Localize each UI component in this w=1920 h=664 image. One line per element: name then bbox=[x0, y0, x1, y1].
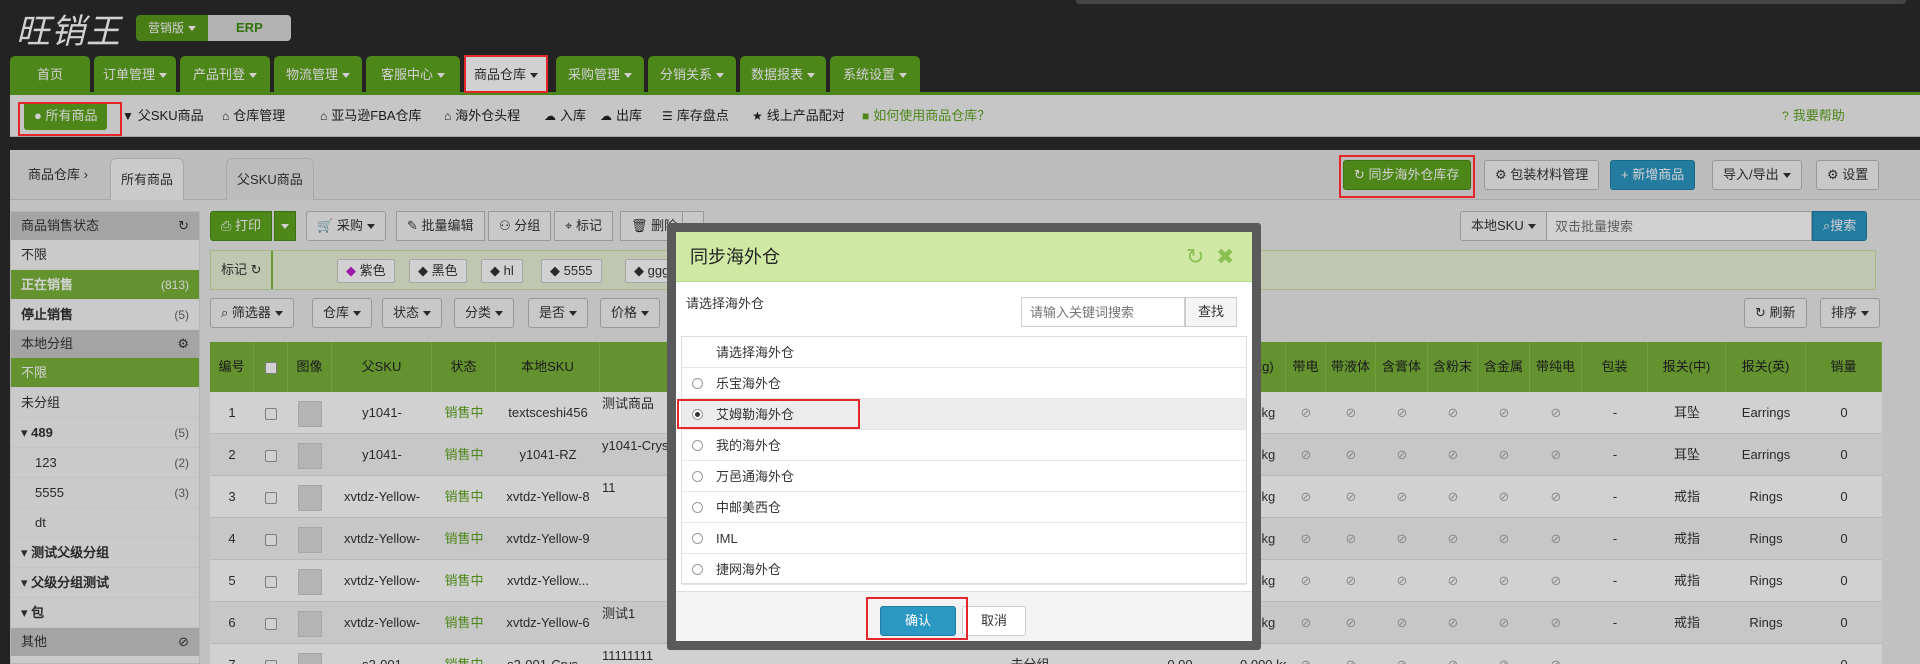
warehouse-option[interactable]: 我的海外仓 bbox=[682, 430, 1246, 461]
cancel-button[interactable]: 取消 bbox=[962, 606, 1026, 636]
radio-button[interactable] bbox=[692, 409, 703, 420]
select-warehouse-label: 请选择海外仓 bbox=[686, 296, 765, 311]
warehouse-option-label: 乐宝海外仓 bbox=[716, 376, 782, 391]
modal-header: 同步海外仓 ↻ ✖ bbox=[676, 232, 1252, 282]
radio-button[interactable] bbox=[692, 378, 703, 389]
radio-button[interactable] bbox=[692, 502, 703, 513]
warehouse-option-label: 万邑通海外仓 bbox=[716, 469, 795, 484]
warehouse-option[interactable]: 中邮美西仓 bbox=[682, 492, 1246, 523]
radio-button[interactable] bbox=[692, 533, 703, 544]
warehouse-option-label: 捷网海外仓 bbox=[716, 562, 782, 577]
radio-button[interactable] bbox=[692, 471, 703, 482]
modal-body: 请选择海外仓 查找 请选择海外仓乐宝海外仓艾姆勒海外仓我的海外仓万邑通海外仓中邮… bbox=[676, 283, 1252, 585]
close-icon[interactable]: ✖ bbox=[1216, 244, 1234, 270]
warehouse-list: 请选择海外仓 乐宝海外仓艾姆勒海外仓 我的海外仓万邑通海外仓 中邮美西仓 IML 捷网海外… bbox=[681, 336, 1247, 585]
warehouse-option[interactable]: 万邑通海外仓 bbox=[682, 461, 1246, 492]
warehouse-option[interactable]: 乐宝海外仓 bbox=[682, 368, 1246, 399]
confirm-button[interactable]: 确认 bbox=[880, 606, 956, 636]
sync-overseas-modal: 同步海外仓 ↻ ✖ 请选择海外仓 查找 请选择海外仓乐宝海外仓艾姆勒海外仓我的海… bbox=[676, 232, 1252, 641]
warehouse-option-label: 艾姆勒海外仓 bbox=[716, 407, 795, 422]
modal-title: 同步海外仓 bbox=[690, 247, 780, 267]
warehouse-option[interactable]: 捷网海外仓 bbox=[682, 554, 1246, 585]
warehouse-option[interactable]: IML bbox=[682, 523, 1246, 554]
warehouse-option-label: IML bbox=[716, 531, 738, 546]
refresh-icon[interactable]: ↻ bbox=[1186, 244, 1204, 270]
warehouse-search-input[interactable] bbox=[1021, 297, 1185, 327]
warehouse-option-label: 请选择海外仓 bbox=[716, 345, 795, 360]
radio-button[interactable] bbox=[692, 440, 703, 451]
find-button[interactable]: 查找 bbox=[1185, 297, 1237, 327]
warehouse-option-label: 我的海外仓 bbox=[716, 438, 782, 453]
warehouse-option[interactable]: 请选择海外仓 bbox=[682, 337, 1246, 368]
warehouse-option-label: 中邮美西仓 bbox=[716, 500, 782, 515]
warehouse-option[interactable]: 艾姆勒海外仓 bbox=[682, 399, 1246, 430]
radio-button[interactable] bbox=[692, 564, 703, 575]
modal-footer: 确认 取消 bbox=[676, 591, 1252, 641]
